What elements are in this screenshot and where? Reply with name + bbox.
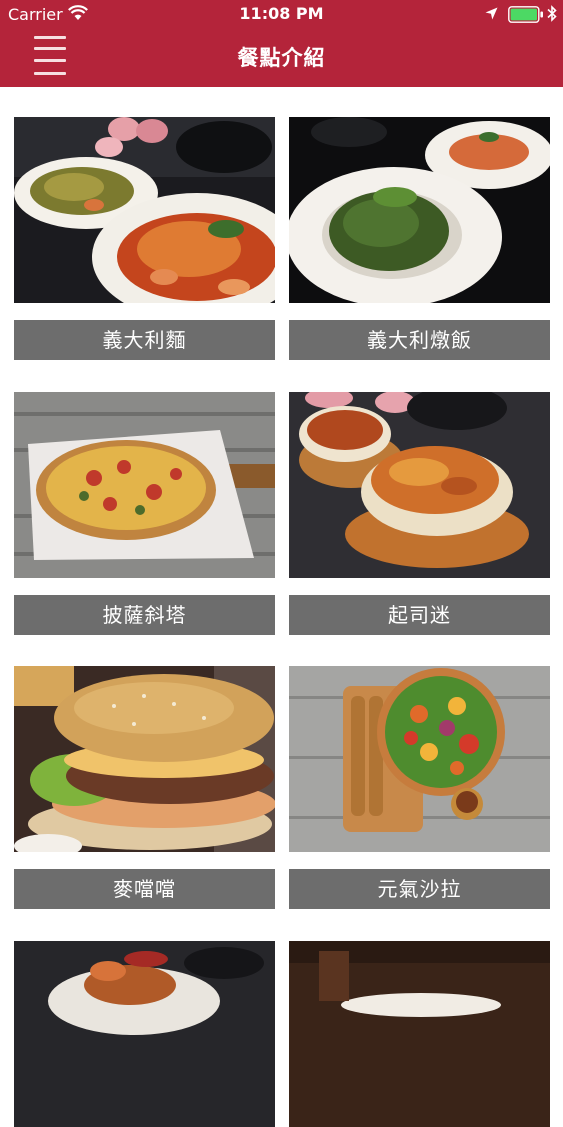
menu-card-label: 元氣沙拉 <box>289 869 550 909</box>
risotto-photo <box>289 117 550 303</box>
gratin-photo <box>289 392 550 578</box>
bluetooth-icon <box>547 5 557 22</box>
page-title: 餐點介紹 <box>237 46 326 70</box>
burger-photo <box>14 666 275 852</box>
status-bar: Carrier 11:08 PM <box>0 0 563 30</box>
location-arrow-icon <box>485 7 498 20</box>
menu-bar-line <box>34 36 66 39</box>
menu-card-label: 披薩斜塔 <box>14 595 275 635</box>
menu-card-label: 義大利麵 <box>14 320 275 360</box>
salad-photo <box>289 666 550 852</box>
dish-photo-7 <box>14 941 275 1127</box>
app-header: Carrier 11:08 PM 餐點介紹 <box>0 0 563 87</box>
pasta-photo <box>14 117 275 303</box>
menu-card-label: 義大利燉飯 <box>289 320 550 360</box>
clock: 11:08 PM <box>239 4 324 23</box>
menu-card-label: 麥噹噹 <box>14 869 275 909</box>
menu-card-label: 起司迷 <box>289 595 550 635</box>
menu-bar-line <box>34 72 66 75</box>
pizza-photo <box>14 392 275 578</box>
battery-icon <box>508 6 543 23</box>
dish-photo-8 <box>289 941 550 1127</box>
